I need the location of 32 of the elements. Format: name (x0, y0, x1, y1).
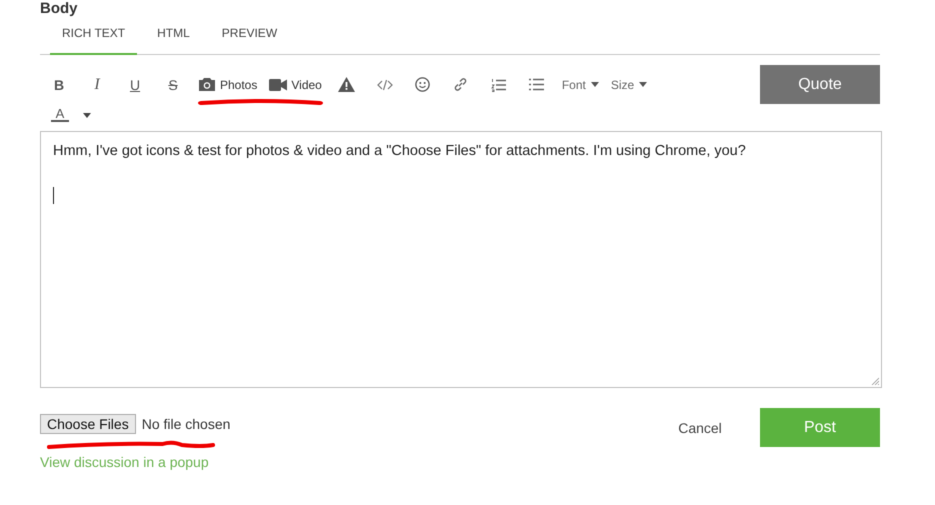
caret-icon (639, 82, 648, 87)
italic-button[interactable]: I (78, 74, 116, 96)
editor-tab[interactable]: RICH TEXT (50, 22, 138, 55)
editor-text: Hmm, I've got icons & test for photos & video and a "Choose Files" for attachments. I'm using Chrome, you? (53, 143, 747, 159)
underline-button[interactable]: U (116, 74, 154, 96)
strike-button[interactable]: S (154, 74, 192, 96)
text-cursor (53, 187, 54, 204)
cancel-button[interactable]: Cancel (640, 408, 760, 447)
resize-grip-icon[interactable] (871, 377, 879, 385)
warning-icon (338, 77, 356, 92)
caret-icon (590, 82, 599, 87)
link-icon (453, 77, 468, 92)
quote-button[interactable]: Quote (760, 65, 880, 104)
bullet-list-icon (529, 78, 544, 91)
dropdown-button[interactable]: Size (604, 74, 654, 96)
numbered-list-icon (491, 78, 506, 92)
code-icon (376, 78, 393, 90)
bold-button[interactable]: B (40, 74, 78, 96)
editor-text-area[interactable]: Hmm, I've got icons & test for photos & video and a "Choose Files" for attachments. I'm using Chrome, you? (40, 131, 882, 388)
dropdown-button[interactable]: Font (556, 74, 605, 96)
smiley-icon (415, 77, 430, 92)
photos-button[interactable]: Photos (192, 74, 264, 96)
caret-icon[interactable] (83, 112, 91, 118)
camera-icon (198, 77, 216, 92)
section-title: Body (40, 0, 78, 17)
font-color-button[interactable]: A (51, 108, 69, 122)
file-status: No file chosen (142, 416, 230, 432)
video-button[interactable]: Video (263, 74, 328, 96)
video-camera-icon (269, 78, 288, 90)
editor-tab[interactable]: HTML (145, 22, 202, 55)
choose-files-button[interactable]: Choose Files (40, 414, 136, 434)
editor-tab[interactable]: PREVIEW (210, 22, 290, 55)
